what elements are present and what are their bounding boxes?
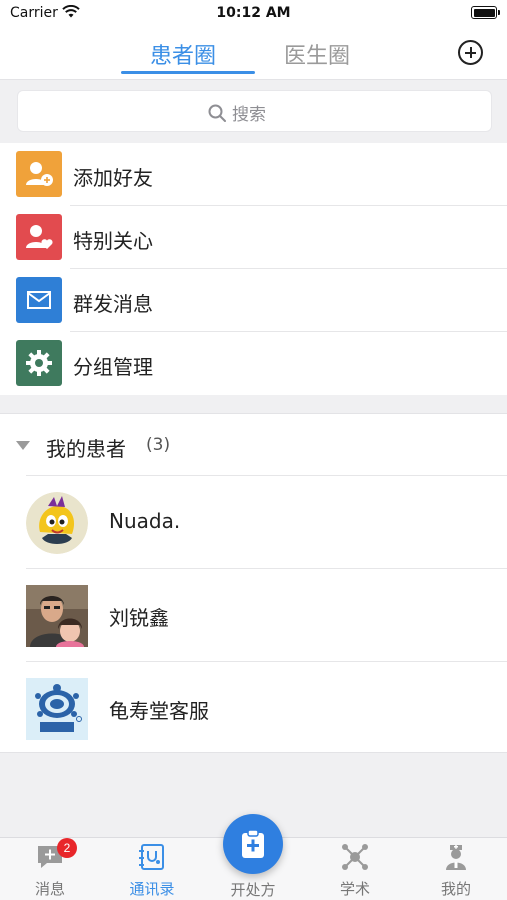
contacts-book-icon <box>137 842 167 872</box>
tab-label: 消息 <box>34 880 65 898</box>
chat-bubble-icon: 2 <box>35 838 77 872</box>
menu-label: 添加好友 <box>73 166 153 190</box>
contact-name: 龟寿堂客服 <box>109 699 209 723</box>
gear-icon <box>16 340 62 386</box>
search-placeholder: 搜索 <box>232 105 266 125</box>
battery-icon <box>471 6 500 19</box>
menu-label: 特别关心 <box>73 229 153 253</box>
tab-label: 通讯录 <box>129 880 175 898</box>
add-plus-icon[interactable] <box>458 40 483 65</box>
group-header[interactable]: 我的患者 (3) <box>0 414 507 476</box>
tab-label: 学术 <box>339 880 370 898</box>
tab-academic[interactable]: 学术 <box>315 842 395 899</box>
clipboard-plus-icon <box>242 829 264 858</box>
doctor-icon <box>441 842 471 872</box>
search-input[interactable]: 搜索 <box>17 90 492 132</box>
contact-name: Nuada. <box>109 509 181 533</box>
contact-row[interactable]: Nuada. <box>0 476 507 569</box>
patient-group: 我的患者 (3) Nuada. 刘锐鑫 龟寿堂客服 <box>0 413 507 753</box>
contact-name: 刘锐鑫 <box>109 606 169 630</box>
unread-badge: 2 <box>57 838 77 858</box>
tab-doctors[interactable]: 医生圈 <box>284 38 350 70</box>
menu-label: 分组管理 <box>73 355 153 379</box>
cartoon-avatar <box>26 492 88 554</box>
tab-label: 我的 <box>440 880 471 898</box>
tab-patients[interactable]: 患者圈 <box>150 38 216 70</box>
top-tab-bar: 患者圈 医生圈 <box>0 28 507 80</box>
contact-row[interactable]: 刘锐鑫 <box>0 569 507 662</box>
menu-label: 群发消息 <box>73 292 153 316</box>
contact-row[interactable]: 龟寿堂客服 <box>0 662 507 755</box>
expand-triangle-icon <box>16 441 30 450</box>
tab-active-indicator <box>121 71 255 74</box>
prescribe-button[interactable] <box>223 814 283 874</box>
menu-group-manage[interactable]: 分组管理 <box>0 332 507 395</box>
group-title: 我的患者 <box>46 437 126 461</box>
tab-contacts[interactable]: 通讯录 <box>112 842 192 899</box>
clock: 10:12 AM <box>216 5 291 21</box>
envelope-icon <box>16 277 62 323</box>
add-friend-icon <box>16 151 62 197</box>
menu-add-friend[interactable]: 添加好友 <box>0 143 507 206</box>
group-count: (3) <box>146 435 171 455</box>
menu-special-care[interactable]: 特别关心 <box>0 206 507 269</box>
menu-broadcast[interactable]: 群发消息 <box>0 269 507 332</box>
heart-user-icon <box>16 214 62 260</box>
photo-avatar <box>26 585 88 647</box>
network-icon <box>340 842 370 872</box>
tab-mine[interactable]: 我的 <box>416 842 496 899</box>
prescribe-label: 开处方 <box>230 881 276 899</box>
function-menu: 添加好友 特别关心 群发消息 分组管理 <box>0 143 507 395</box>
status-bar: Carrier 10:12 AM <box>0 0 507 28</box>
logo-avatar <box>26 678 88 740</box>
tab-messages[interactable]: 2 消息 <box>10 838 90 899</box>
search-icon <box>208 104 226 122</box>
